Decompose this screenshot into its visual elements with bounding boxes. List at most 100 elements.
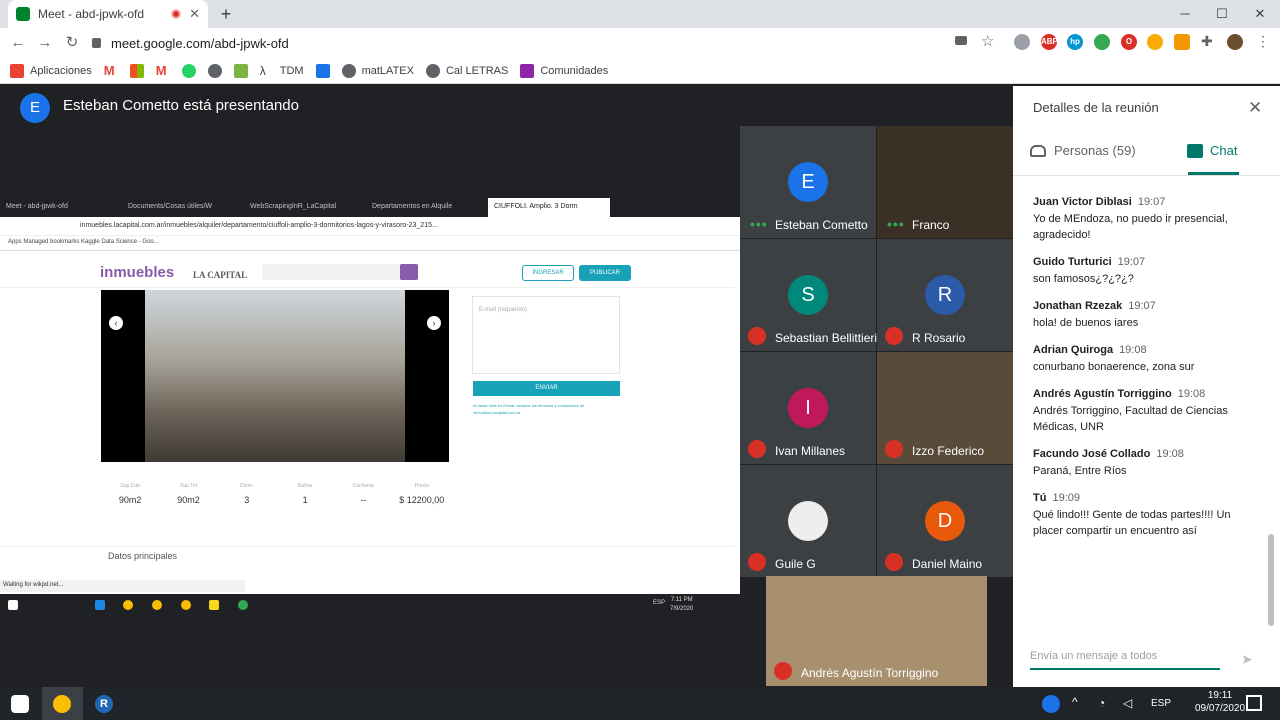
omnibox[interactable]: meet.google.com/abd-jpwk-ofd bbox=[92, 33, 1002, 53]
bookmark-plant[interactable] bbox=[233, 63, 248, 78]
avatar: S bbox=[788, 275, 828, 315]
system-clock[interactable]: 19:11 09/07/2020 bbox=[1195, 689, 1245, 715]
menu-icon[interactable]: ⋮ bbox=[1256, 33, 1270, 50]
bookmark-cal-letras[interactable]: Cal LETRAS bbox=[425, 63, 508, 78]
extension-orange-icon[interactable] bbox=[1174, 34, 1190, 50]
participant-name: Ivan Millanes bbox=[775, 444, 846, 458]
participant-tile[interactable]: D Daniel Maino bbox=[877, 465, 1013, 577]
participant-tile[interactable]: E ••• Esteban Cometto bbox=[740, 126, 876, 238]
bookmark-office[interactable] bbox=[129, 63, 144, 78]
send-icon[interactable]: ➤ bbox=[1241, 651, 1253, 668]
back-button[interactable]: ← bbox=[8, 33, 28, 53]
divider bbox=[1013, 175, 1280, 176]
chat-message: Facundo José Collado 19:08 Paraná, Entre R… bbox=[1033, 448, 1258, 479]
participant-tile[interactable]: I Ivan Millanes bbox=[740, 352, 876, 464]
forward-button[interactable]: → bbox=[35, 33, 55, 53]
participant-tile[interactable]: R R Rosario bbox=[877, 239, 1013, 351]
browser-tab[interactable]: Meet - abd-jpwk-ofd ✕ bbox=[8, 0, 208, 28]
maximize-button[interactable]: ☐ bbox=[1212, 4, 1232, 24]
time: 19:08 bbox=[1177, 388, 1206, 400]
participant-tile[interactable]: Guile G bbox=[740, 465, 876, 577]
property-stats: Sup.Cub 90m2 Sup.Tot 90m2 Dorm. 3 Baños 1 Co… bbox=[101, 483, 451, 523]
camera-icon[interactable] bbox=[955, 36, 967, 45]
site-publicar-button: PUBLICAR bbox=[579, 265, 631, 281]
time: 19:08 bbox=[1119, 344, 1147, 356]
chat-input[interactable]: Envía un mensaje a todos bbox=[1030, 650, 1220, 670]
avatar: I bbox=[788, 388, 828, 428]
featured-tile[interactable]: Andrés Agustín Torriggino bbox=[766, 576, 987, 686]
adblock-icon[interactable]: ABP bbox=[1041, 34, 1058, 50]
volume-icon[interactable]: ◁ bbox=[1123, 696, 1132, 710]
sender: Adrian Quiroga bbox=[1033, 344, 1114, 356]
hp-icon[interactable]: hp bbox=[1067, 34, 1083, 50]
participant-name: R Rosario bbox=[912, 331, 966, 345]
lock-icon bbox=[92, 38, 101, 48]
chat-scrollbar[interactable] bbox=[1268, 534, 1274, 626]
participant-name: Esteban Cometto bbox=[775, 218, 868, 232]
people-icon bbox=[1030, 144, 1046, 157]
shared-taskbar bbox=[0, 594, 740, 615]
sender: Guido Turturici bbox=[1033, 256, 1112, 268]
presenter-avatar: E bbox=[20, 93, 50, 123]
chat-messages: Juan Victor Diblasi 19:07 Yo de MEndoza, n… bbox=[1033, 196, 1258, 552]
chrome-icon bbox=[123, 600, 133, 610]
divider bbox=[0, 546, 735, 547]
sticky-notes-icon bbox=[209, 600, 219, 610]
participant-tile[interactable]: S Sebastian Bellittieri bbox=[740, 239, 878, 351]
bookmark-circle[interactable] bbox=[207, 63, 222, 78]
chevron-left-icon: ‹ bbox=[109, 316, 123, 330]
chevron-up-icon[interactable]: ^ bbox=[1072, 695, 1078, 709]
shared-status-bar: Waiting for wikpd.net... bbox=[0, 580, 245, 592]
globe-icon bbox=[341, 63, 356, 78]
bookmark-comunidades[interactable]: Comunidades bbox=[520, 63, 608, 78]
bookmark-tdm[interactable]: λ TDM bbox=[260, 64, 304, 78]
tab-chat[interactable]: Chat bbox=[1187, 143, 1237, 158]
help-icon[interactable] bbox=[1042, 695, 1060, 713]
message-text: son famosos¿?¿?¿? bbox=[1033, 273, 1134, 285]
opera-icon[interactable]: O bbox=[1121, 34, 1137, 50]
windows-start-icon[interactable] bbox=[11, 695, 29, 713]
star-icon[interactable]: ☆ bbox=[981, 32, 994, 50]
bookmark-apps[interactable]: Aplicaciones bbox=[10, 63, 92, 78]
sender: Jonathan Rzezak bbox=[1033, 300, 1123, 312]
reload-button[interactable]: ↻ bbox=[62, 33, 82, 53]
chrome-icon bbox=[152, 600, 162, 610]
participant-tile[interactable]: ••• Franco bbox=[877, 126, 1013, 238]
bookmark-matlatex[interactable]: matLATEX bbox=[341, 63, 414, 78]
puzzle-icon[interactable]: ✚ bbox=[1201, 33, 1213, 50]
close-icon[interactable]: ✕ bbox=[1248, 98, 1262, 118]
close-window-button[interactable]: ✕ bbox=[1250, 4, 1270, 24]
apps-grid-icon bbox=[10, 63, 24, 78]
key-icon[interactable] bbox=[1147, 34, 1163, 50]
r-icon[interactable]: R bbox=[95, 695, 113, 713]
avatar: D bbox=[925, 501, 965, 541]
avatar: R bbox=[925, 275, 965, 315]
speaking-icon: ••• bbox=[887, 216, 905, 232]
site-search-input bbox=[262, 264, 418, 280]
extension-green-icon[interactable] bbox=[1094, 34, 1110, 50]
shared-url: inmuebles.lacapital.com.ar/inmuebles/alq… bbox=[0, 217, 740, 236]
tab-people[interactable]: Personas (59) bbox=[1030, 143, 1136, 158]
language-indicator[interactable]: ESP bbox=[1151, 698, 1171, 709]
globe-icon bbox=[207, 63, 222, 78]
mail-icon bbox=[315, 63, 330, 78]
mic-off-icon bbox=[885, 553, 903, 571]
bookmark-gmail[interactable]: M bbox=[103, 63, 118, 78]
notifications-icon[interactable] bbox=[1246, 695, 1262, 711]
message-text: hola! de buenos iares bbox=[1033, 317, 1139, 329]
close-tab-icon[interactable]: ✕ bbox=[189, 6, 200, 22]
participant-name: Sebastian Bellittieri bbox=[775, 331, 878, 345]
bookmark-mail[interactable] bbox=[315, 63, 330, 78]
extension-cloud-icon[interactable] bbox=[1014, 34, 1030, 50]
minimize-button[interactable]: ─ bbox=[1175, 4, 1195, 24]
message-text: Paraná, Entre Ríos bbox=[1033, 465, 1127, 477]
ie-icon bbox=[95, 600, 105, 610]
participant-tile[interactable]: Izzo Federico bbox=[877, 352, 1013, 464]
wifi-icon[interactable]: ◔ bbox=[1098, 696, 1105, 710]
bookmark-whatsapp[interactable] bbox=[181, 63, 196, 78]
bookmark-gmail-2[interactable]: M bbox=[155, 63, 170, 78]
sender: Juan Victor Diblasi bbox=[1033, 196, 1132, 208]
stat-item: Baños 1 bbox=[298, 483, 313, 505]
profile-avatar[interactable] bbox=[1227, 34, 1243, 50]
new-tab-button[interactable]: + bbox=[216, 4, 236, 24]
